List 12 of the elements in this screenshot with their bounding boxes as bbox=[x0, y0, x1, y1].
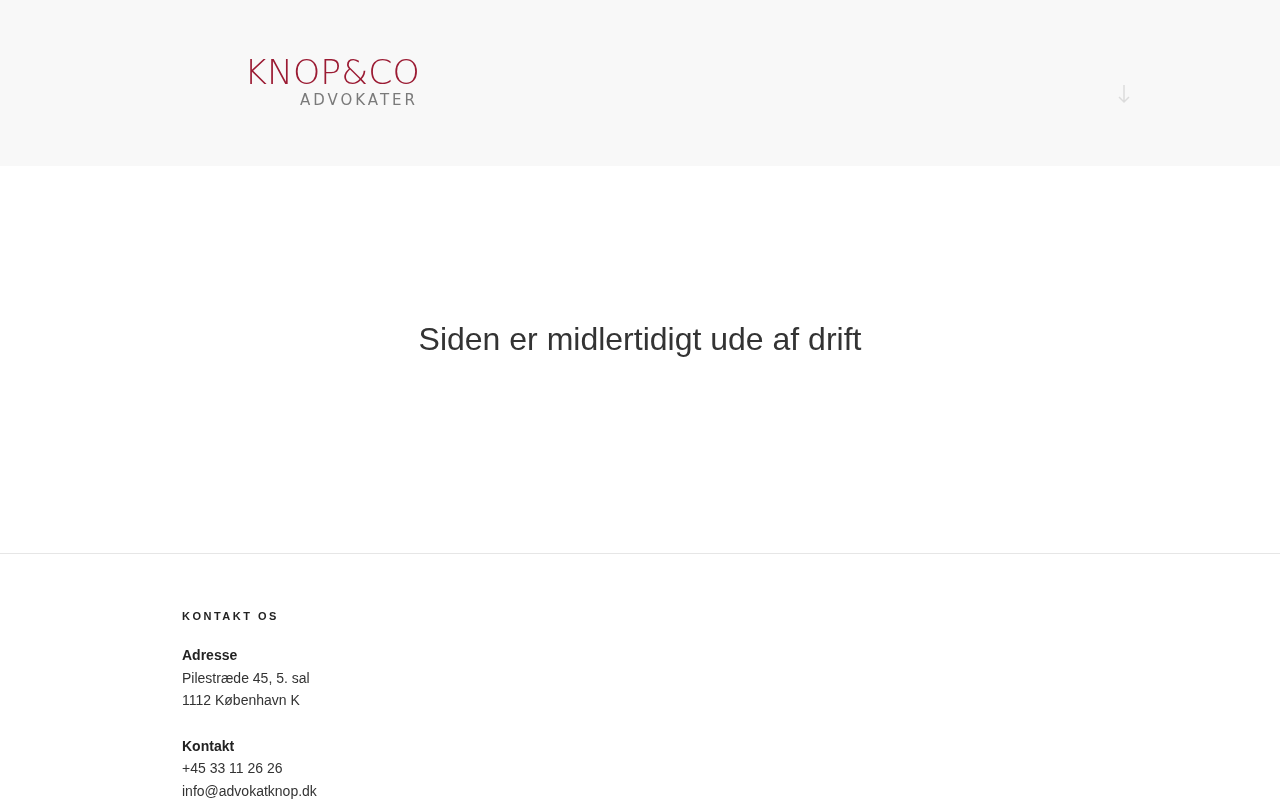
contact-line: +45 33 11 26 26 bbox=[182, 759, 284, 778]
contact-line: 1112 København K bbox=[182, 691, 301, 710]
arrow-down-icon[interactable] bbox=[1118, 84, 1130, 104]
logo[interactable]: KNOP&CO ADVOKATER bbox=[192, 54, 418, 110]
logo-tagline: ADVOKATER bbox=[299, 89, 418, 110]
page-message: Siden er midlertidigt ude af drift bbox=[418, 321, 862, 358]
footer-heading: KONTAKT OS bbox=[182, 610, 280, 622]
contact-line: Pilestræde 45, 5. sal bbox=[182, 668, 311, 688]
contact-line: info@advokatknop.dk bbox=[182, 781, 318, 800]
logo-name: KNOP&CO bbox=[244, 54, 420, 89]
contact-label: Kontakt bbox=[182, 736, 236, 756]
contact-label: Adresse bbox=[182, 646, 239, 665]
